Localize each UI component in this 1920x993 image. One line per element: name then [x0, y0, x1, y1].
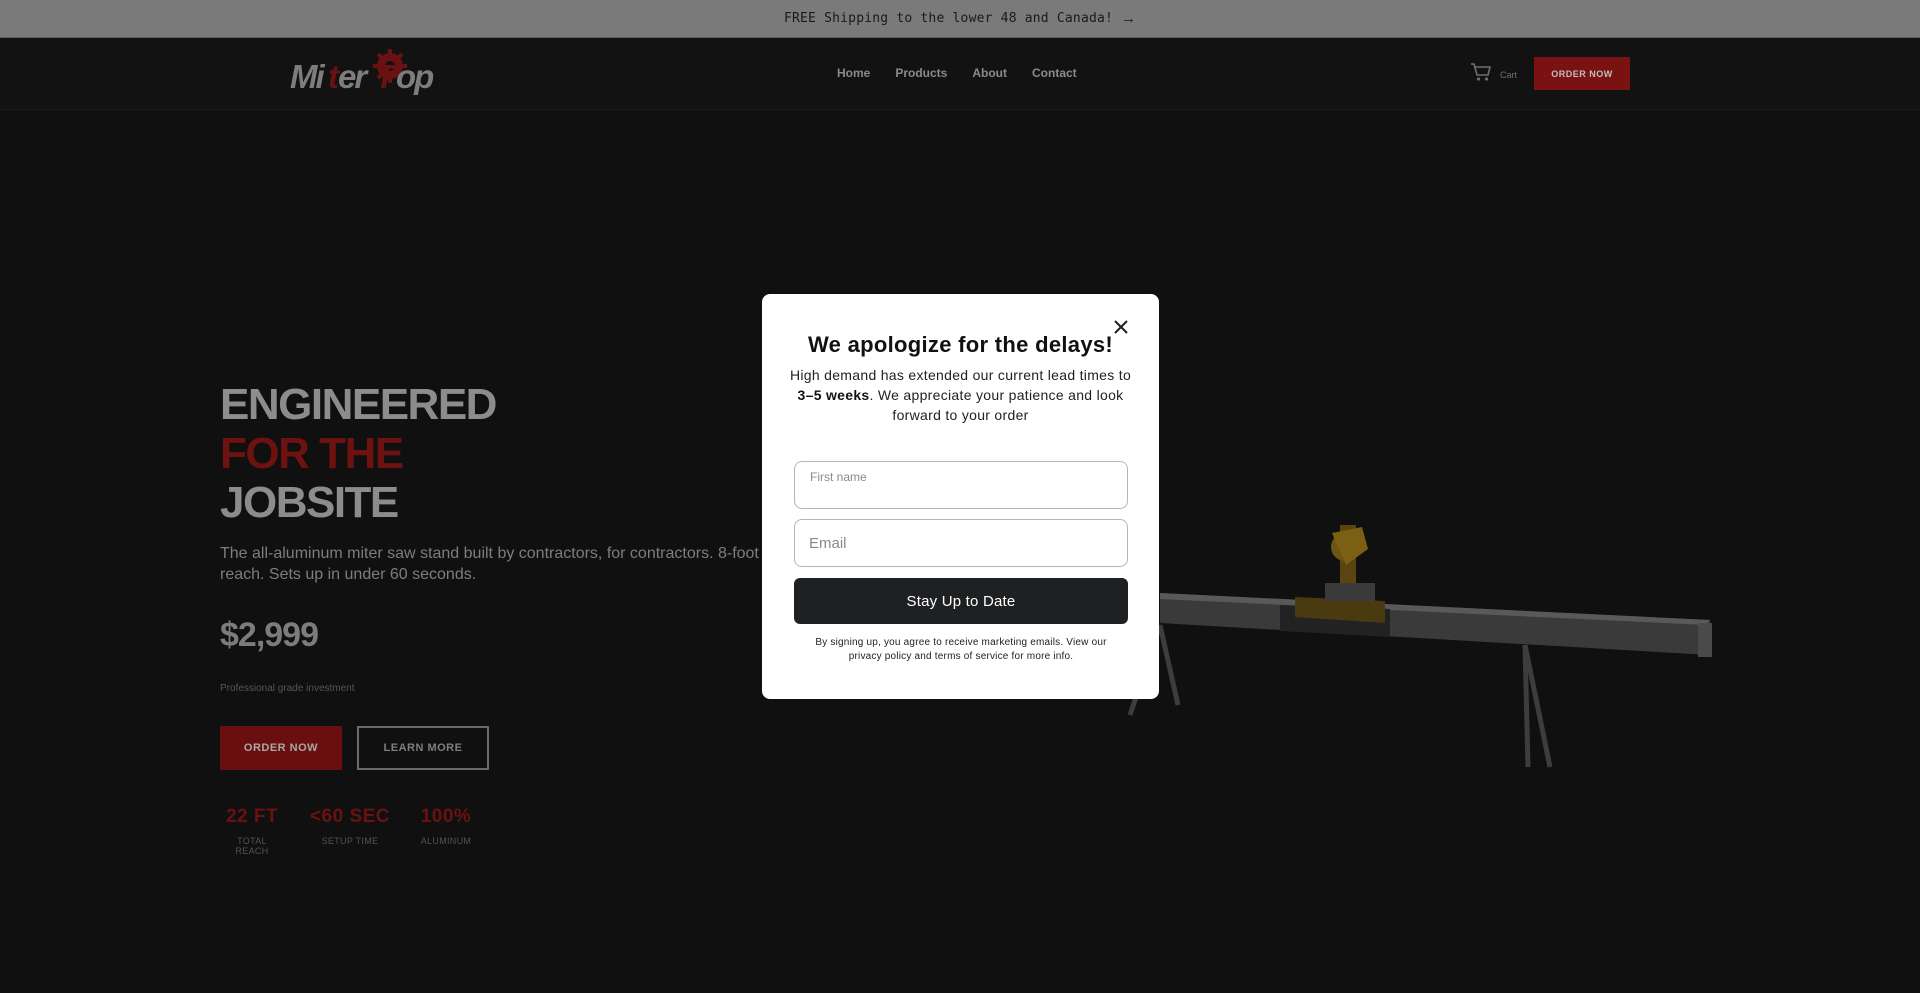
modal-title: We apologize for the delays!	[807, 332, 1114, 357]
modal-legal-text: By signing up, you agree to receive mark…	[815, 637, 1107, 662]
signup-modal: We apologize for the delays! High demand…	[762, 294, 1159, 699]
stay-up-to-date-button[interactable]: Stay Up to Date	[794, 578, 1128, 624]
email-input[interactable]	[809, 520, 1109, 566]
modal-message-post: . We appreciate your patience and look f…	[869, 387, 1124, 423]
email-field[interactable]	[794, 519, 1128, 567]
first-name-field[interactable]: First name	[794, 461, 1128, 509]
modal-message-bold: 3–5 weeks	[797, 387, 870, 403]
modal-message-pre: High demand has extended our current lea…	[789, 367, 1132, 383]
modal-message: High demand has extended our current lea…	[788, 365, 1133, 425]
first-name-input[interactable]	[809, 472, 1109, 508]
